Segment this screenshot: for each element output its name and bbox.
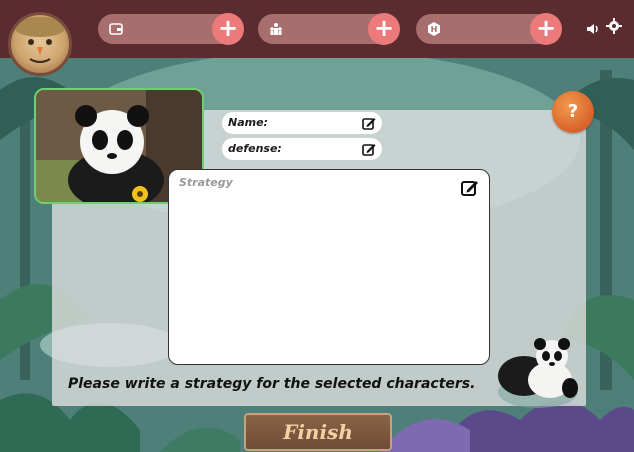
edit-defense-icon[interactable] [362,142,376,156]
team-icon [268,21,284,37]
instruction-text: Please write a strategy for the selected… [68,376,476,392]
panda-mascot-image [490,330,584,408]
resource-bar-3: H + [416,13,562,45]
add-resource-1-button[interactable]: + [212,13,244,45]
edit-strategy-icon[interactable] [461,178,479,196]
player-avatar[interactable] [8,12,72,76]
add-resource-3-button[interactable]: + [530,13,562,45]
gear-icon[interactable] [606,18,622,39]
name-field[interactable]: Name: [222,112,382,134]
svg-text:H: H [431,25,438,34]
resource-bar-1: + [98,13,244,45]
game-screen: + + H + Name: defense: ? Strategy Please… [0,0,634,452]
speaker-icon[interactable] [586,22,600,40]
scarecrow-icon [14,17,66,63]
defense-label: defense: [228,142,282,155]
wallet-icon [108,21,124,37]
strategy-textarea[interactable]: Strategy [168,169,490,365]
defense-field[interactable]: defense: [222,138,382,160]
edit-name-icon[interactable] [362,116,376,130]
help-button[interactable]: ? [552,91,594,133]
hex-coin-icon: H [426,21,442,37]
finish-button[interactable]: Finish [244,413,392,451]
name-label: Name: [228,116,268,129]
strategy-placeholder: Strategy [179,176,233,189]
add-resource-2-button[interactable]: + [368,13,400,45]
resource-bar-2: + [258,13,400,45]
